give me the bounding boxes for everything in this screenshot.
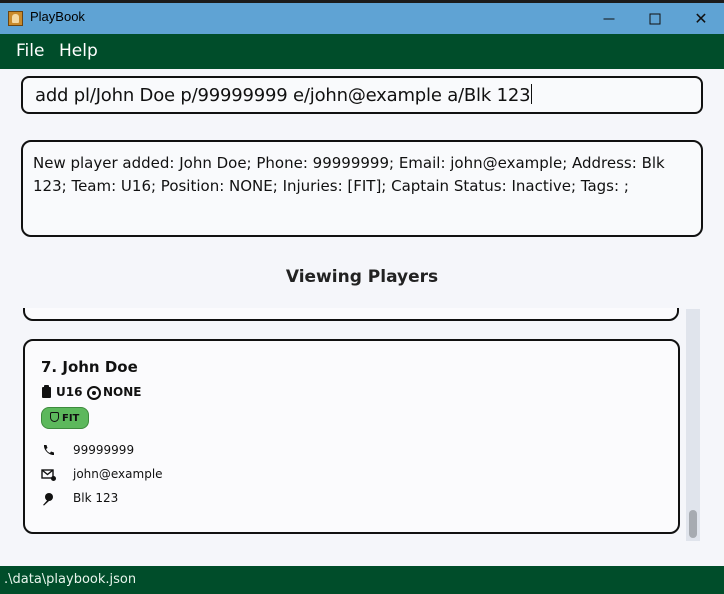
list-scrollbar[interactable]: [686, 309, 700, 541]
close-button[interactable]: ✕: [678, 3, 724, 34]
shield-icon: [50, 412, 59, 422]
clipboard-icon: [42, 385, 51, 398]
result-display: New player added: John Doe; Phone: 99999…: [21, 140, 703, 237]
minimize-button[interactable]: [586, 3, 632, 34]
injury-status-label: FIT: [62, 413, 80, 424]
window-title: PlayBook: [30, 9, 85, 24]
minimize-icon: [603, 18, 615, 19]
status-bar: .\data\playbook.json: [0, 566, 724, 594]
player-email: john@example: [73, 467, 163, 481]
map-pin-icon: [43, 493, 53, 506]
status-file-path: .\data\playbook.json: [4, 572, 137, 587]
menu-bar: File Help: [0, 34, 724, 69]
main-content: add pl/John Doe p/99999999 e/john@exampl…: [0, 69, 724, 566]
player-card-previous[interactable]: [23, 308, 679, 321]
player-name: 7. John Doe: [41, 358, 138, 376]
email-icon: [41, 469, 56, 481]
soccer-ball-icon: [87, 386, 101, 400]
player-card[interactable]: 7. John Doe U16 NONE FIT 99999999 john@e…: [23, 339, 680, 534]
player-address: Blk 123: [73, 491, 119, 505]
player-list: 7. John Doe U16 NONE FIT 99999999 john@e…: [21, 308, 702, 543]
menu-file[interactable]: File: [16, 41, 44, 61]
player-phone: 99999999: [73, 443, 135, 457]
injury-status-badge: FIT: [41, 407, 90, 429]
phone-icon: [43, 445, 54, 456]
command-input-text: add pl/John Doe p/99999999 e/john@exampl…: [35, 84, 533, 106]
list-heading: Viewing Players: [285, 267, 439, 287]
close-icon: ✕: [694, 8, 708, 28]
app-icon: [8, 11, 23, 26]
text-caret: [531, 84, 533, 104]
maximize-icon: [649, 13, 661, 24]
player-team: U16: [56, 385, 83, 399]
command-input[interactable]: add pl/John Doe p/99999999 e/john@exampl…: [21, 76, 703, 114]
list-scrollbar-thumb[interactable]: [689, 510, 697, 538]
result-text: New player added: John Doe; Phone: 99999…: [33, 154, 665, 195]
title-bar: PlayBook ✕: [0, 0, 724, 34]
maximize-button[interactable]: [632, 3, 678, 34]
player-position: NONE: [103, 385, 142, 399]
menu-help[interactable]: Help: [59, 41, 98, 61]
